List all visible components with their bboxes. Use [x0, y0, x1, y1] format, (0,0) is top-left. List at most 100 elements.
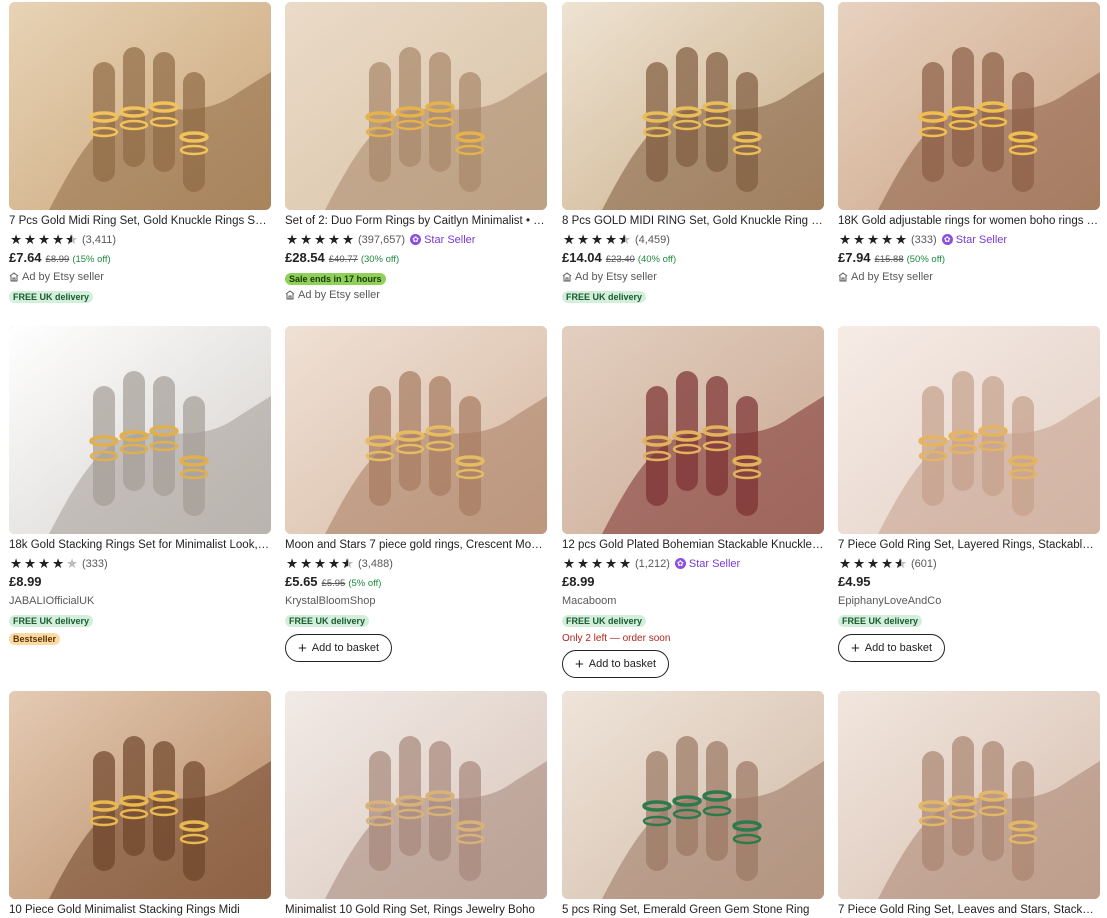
product-photo: [562, 326, 824, 534]
shop-name[interactable]: Macaboom: [562, 593, 824, 609]
price-row: £8.99: [562, 574, 824, 593]
add-to-basket-button[interactable]: + Add to basket: [285, 634, 393, 662]
product-photo: [285, 691, 547, 899]
product-photo: [562, 2, 824, 210]
star-icon: ★: [341, 231, 355, 247]
star-icon: ★: [37, 231, 51, 247]
star-icon: ★: [838, 555, 852, 571]
star-icon: ★: [618, 232, 632, 247]
listing-title[interactable]: 8 Pcs GOLD MIDI RING Set, Gold Knuckle R…: [562, 214, 824, 229]
listing-image-link[interactable]: [838, 691, 1100, 899]
star-icon: ★: [299, 231, 313, 247]
product-photo: [838, 2, 1100, 210]
star-rating: ★ ★ ★ ★ ★: [285, 231, 355, 247]
free-delivery-badge: FREE UK delivery: [838, 615, 923, 627]
listing-title[interactable]: 7 Pcs Gold Midi Ring Set, Gold Knuckle R…: [9, 214, 271, 229]
listing-image-link[interactable]: [9, 326, 271, 534]
ad-row: Ad by Etsy seller: [9, 269, 271, 285]
sale-price: £8.99: [562, 574, 595, 589]
listing-title[interactable]: 12 pcs Gold Plated Bohemian Stackable Kn…: [562, 538, 824, 553]
discount-percent: (40% off): [637, 254, 677, 265]
review-count: (333): [911, 233, 937, 246]
star-icon: ★: [866, 231, 880, 247]
listing-image-link[interactable]: [285, 691, 547, 899]
listing-image-link[interactable]: [562, 2, 824, 210]
star-icon: ★: [880, 555, 894, 571]
sale-price: £5.65: [285, 574, 318, 589]
price-row: £28.54 £40.77 (30% off): [285, 250, 547, 269]
listing-title[interactable]: 5 pcs Ring Set, Emerald Green Gem Stone …: [562, 903, 824, 918]
add-to-basket-label: Add to basket: [311, 642, 380, 654]
product-photo: [285, 326, 547, 534]
product-photo: [9, 326, 271, 534]
free-delivery-badge: FREE UK delivery: [9, 291, 94, 303]
add-to-basket-label: Add to basket: [864, 642, 933, 654]
bestseller-badge: Bestseller: [9, 633, 61, 645]
listing-card: 5 pcs Ring Set, Emerald Green Gem Stone …: [562, 691, 824, 918]
listing-title[interactable]: Minimalist 10 Gold Ring Set, Rings Jewel…: [285, 903, 547, 918]
ad-label: Ad by Etsy seller: [298, 289, 380, 301]
listing-title[interactable]: Moon and Stars 7 piece gold rings, Cresc…: [285, 538, 547, 553]
delivery-badge-wrap: FREE UK delivery: [285, 609, 547, 629]
star-rating: ★ ★ ★ ★ ★: [838, 555, 908, 571]
add-to-basket-label: Add to basket: [588, 658, 657, 670]
listing-title[interactable]: Set of 2: Duo Form Rings by Caitlyn Mini…: [285, 214, 547, 229]
bestseller-badge-wrap: Bestseller: [9, 629, 271, 647]
ad-label: Ad by Etsy seller: [575, 271, 657, 283]
shop-name[interactable]: JABALIOfficialUK: [9, 593, 271, 609]
listing-image-link[interactable]: [9, 2, 271, 210]
rating-row: ★★★★★(3,488): [285, 555, 547, 572]
star-icon: ★: [880, 231, 894, 247]
price-row: £14.04 £23.40 (40% off): [562, 250, 824, 269]
listing-title[interactable]: 7 Piece Gold Ring Set, Leaves and Stars,…: [838, 903, 1100, 918]
sale-price: £28.54: [285, 250, 325, 265]
listing-image-link[interactable]: [838, 326, 1100, 534]
star-icon: ★: [299, 555, 313, 571]
star-icon: ★: [37, 555, 51, 571]
listing-title[interactable]: 18K Gold adjustable rings for women boho…: [838, 214, 1100, 229]
listing-title[interactable]: 7 Piece Gold Ring Set, Layered Rings, St…: [838, 538, 1100, 553]
star-icon: ★: [51, 231, 65, 247]
listing-image-link[interactable]: [562, 326, 824, 534]
shop-name[interactable]: KrystalBloomShop: [285, 593, 547, 609]
listing-title[interactable]: 10 Piece Gold Minimalist Stacking Rings …: [9, 903, 271, 918]
product-photo: [838, 691, 1100, 899]
shop-name[interactable]: EpiphanyLoveAndCo: [838, 593, 1100, 609]
delivery-badge-wrap: FREE UK delivery: [562, 609, 824, 629]
review-count: (601): [911, 557, 937, 570]
star-seller-label: Star Seller: [424, 233, 476, 246]
listing-image-link[interactable]: [285, 326, 547, 534]
star-icon: ★: [894, 556, 908, 571]
listing-card: 18k Gold Stacking Rings Set for Minimali…: [9, 326, 271, 647]
sale-price: £4.95: [838, 574, 871, 589]
discount-percent: (5% off): [348, 578, 382, 589]
rating-row: ★★★★★(601): [838, 555, 1100, 572]
listing-image-link[interactable]: [9, 691, 271, 899]
price-row: £8.99: [9, 574, 271, 593]
free-delivery-badge: FREE UK delivery: [562, 291, 647, 303]
listing-title[interactable]: 18k Gold Stacking Rings Set for Minimali…: [9, 538, 271, 553]
free-delivery-badge: FREE UK delivery: [9, 615, 94, 627]
star-icon: ★: [866, 555, 880, 571]
listing-image-link[interactable]: [838, 2, 1100, 210]
listing-card: 18K Gold adjustable rings for women boho…: [838, 2, 1100, 285]
listing-card: 12 pcs Gold Plated Bohemian Stackable Kn…: [562, 326, 824, 678]
star-seller-badge-icon: ✿: [941, 234, 953, 245]
star-seller-badge: ✿ Star Seller: [674, 558, 740, 570]
sale-price: £7.64: [9, 250, 42, 265]
free-delivery-badge: FREE UK delivery: [285, 615, 370, 627]
delivery-badge-wrap: FREE UK delivery: [838, 609, 1100, 629]
listing-card: 7 Pcs Gold Midi Ring Set, Gold Knuckle R…: [9, 2, 271, 305]
star-icon: ★: [590, 231, 604, 247]
add-to-basket-button[interactable]: + Add to basket: [838, 634, 946, 662]
star-icon: ★: [852, 231, 866, 247]
price-row: £5.65 £5.95 (5% off): [285, 574, 547, 593]
star-icon: ★: [313, 231, 327, 247]
listing-card: 7 Piece Gold Ring Set, Layered Rings, St…: [838, 326, 1100, 662]
review-count: (333): [82, 557, 108, 570]
listing-image-link[interactable]: [285, 2, 547, 210]
star-seller-badge-icon: ✿: [674, 558, 686, 569]
add-to-basket-button[interactable]: + Add to basket: [562, 650, 670, 678]
listing-card: Set of 2: Duo Form Rings by Caitlyn Mini…: [285, 2, 547, 303]
listing-image-link[interactable]: [562, 691, 824, 899]
